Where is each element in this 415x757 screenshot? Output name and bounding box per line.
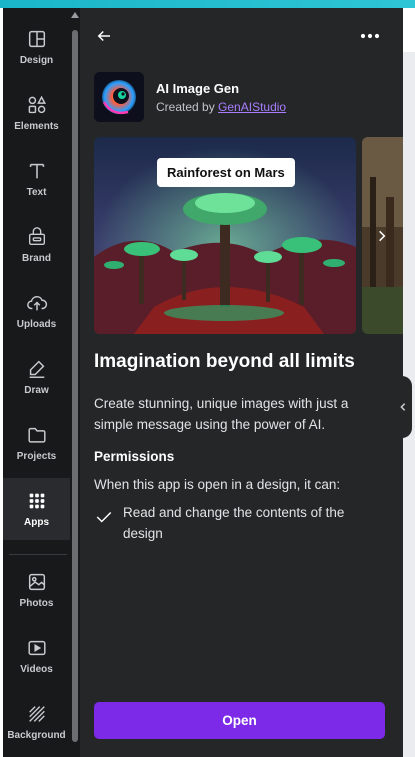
scroll-up-arrow-icon[interactable] [71,12,79,18]
sidebar-item-label: Videos [20,664,53,675]
created-by-label: Created by [156,100,215,114]
app-preview-image: Rainforest on Mars [94,137,356,334]
cloud-upload-icon [26,295,47,311]
more-horizontal-icon [360,33,380,39]
scroll-thumb[interactable] [72,30,78,742]
sidebar-item-label: Brand [22,253,51,264]
pen-icon [29,360,44,378]
sidebar-item-uploads[interactable]: Uploads [3,280,70,342]
text-t-icon [29,163,44,179]
arrow-left-icon [97,30,110,42]
back-button[interactable] [92,24,116,48]
permissions-intro: When this app is open in a design, it ca… [94,477,341,492]
layout-icon [28,30,45,48]
sidebar-item-label: Background [7,730,66,741]
video-icon [27,640,46,656]
sidebar-item-text[interactable]: Text [3,148,70,210]
sidebar-item-photos[interactable]: Photos [3,559,70,621]
app-name: AI Image Gen [156,81,240,96]
sidebar-item-label: Elements [14,121,59,132]
sidebar-item-design[interactable]: Design [3,16,70,78]
permission-item: Read and change the contents of the desi… [123,505,345,541]
sidebar-item-videos[interactable]: Videos [3,625,70,687]
sidebar-item-label: Design [19,55,54,66]
sidebar-item-label: Apps [24,517,49,528]
chevron-right-icon [379,230,386,242]
app-creator: Created by GenAIStudio [156,100,286,114]
app-headline: Imagination beyond all limits [94,351,355,372]
app-description: Create stunning, unique images with just… [94,396,349,432]
sidebar-item-label: Projects [16,451,57,462]
brand-icon [28,227,45,246]
sidebar-item-label: Draw [24,385,49,396]
grid-dots-icon [29,493,44,509]
preview-caption: Rainforest on Mars [157,158,295,187]
app-logo [94,72,144,122]
sidebar-item-label: Text [26,187,47,198]
folder-icon [27,427,46,443]
sidebar-item-background[interactable]: Background [3,691,70,753]
sidebar-nav: Design Elements Text Brand Uploads Draw … [3,8,70,757]
more-options-button[interactable] [356,24,384,48]
hatch-icon [28,706,45,722]
editor-top-bar [0,0,415,8]
sidebar-item-draw[interactable]: Draw [3,346,70,408]
sidebar-item-apps[interactable]: Apps [3,478,70,540]
sidebar-item-label: Uploads [16,319,57,330]
permissions-title: Permissions [94,449,175,464]
sidebar-scrollbar[interactable] [70,8,80,757]
chevron-left-icon [400,403,406,411]
open-button[interactable]: Open [94,702,385,739]
sidebar-item-elements[interactable]: Elements [3,82,70,144]
sidebar-item-brand[interactable]: Brand [3,214,70,276]
check-icon [96,511,112,523]
sidebar-item-projects[interactable]: Projects [3,412,70,474]
app-detail-panel: AI Image Gen Created by GenAIStudio Rain… [80,8,403,757]
carousel-next-button[interactable] [370,224,394,248]
creator-link[interactable]: GenAIStudio [218,100,286,114]
sidebar-item-label: Photos [19,598,54,609]
shapes-icon [28,95,46,114]
image-icon [28,573,45,591]
sidebar-divider [9,554,67,555]
collapse-panel-button[interactable] [394,376,412,438]
